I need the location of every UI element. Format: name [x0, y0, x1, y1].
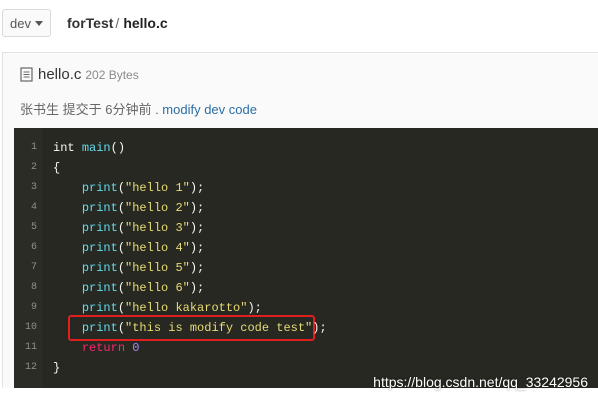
code-token: ( — [117, 241, 126, 255]
code-token: ); — [247, 301, 262, 315]
line-content: } — [53, 358, 60, 378]
code-token: print — [81, 261, 118, 275]
line-number: 2 — [30, 162, 37, 173]
code-token: main — [81, 141, 111, 155]
code-token: ); — [189, 261, 205, 275]
commit-info: 张书生 提交于 6分钟前 . modify dev code — [20, 99, 257, 118]
file-title-row: hello.c 202 Bytes — [20, 66, 139, 83]
code-token: return — [81, 341, 126, 355]
line-number: 3 — [30, 182, 37, 193]
line-number: 4 — [30, 202, 37, 213]
line-content: { — [53, 158, 60, 178]
code-token: () — [110, 141, 126, 155]
breadcrumb: forTest / hello.c — [67, 15, 168, 31]
line-content: print("hello 6"); — [53, 278, 204, 298]
commit-author-time: 张书生 提交于 6分钟前 . — [20, 102, 163, 117]
code-token: "hello 6" — [125, 281, 190, 295]
file-size: 202 Bytes — [85, 67, 139, 82]
line-content: print("this is modify code test"); — [53, 318, 327, 338]
code-token: { — [53, 161, 61, 175]
caret-down-icon — [34, 20, 43, 26]
code-token: "hello kakarotto" — [125, 301, 248, 315]
file-name: hello.c — [38, 66, 82, 83]
line-content: print("hello 5"); — [53, 258, 204, 278]
commit-message-link[interactable]: modify dev code — [162, 102, 257, 117]
line-content: int main() — [53, 138, 125, 158]
code-token: ( — [117, 201, 126, 215]
code-token: "hello 4" — [125, 241, 190, 255]
branch-selector[interactable]: dev — [2, 9, 51, 37]
watermark: https://blog.csdn.net/qq_33242956 — [373, 374, 588, 390]
line-number: 12 — [24, 362, 37, 373]
code-token: print — [81, 241, 118, 255]
line-number: 7 — [30, 262, 37, 273]
code-token: ( — [117, 261, 126, 275]
line-number: 6 — [30, 242, 37, 253]
code-token: "this is modify code test" — [125, 321, 313, 335]
code-token: print — [81, 201, 118, 215]
code-token: ( — [117, 181, 126, 195]
code-view: 1 int main() 2{3 print("hello 1"); 4 print(… — [14, 128, 598, 388]
line-content: print("hello 4"); — [53, 238, 204, 258]
code-token: print — [81, 301, 118, 315]
code-token: ); — [189, 241, 205, 255]
code-token: ); — [189, 181, 205, 195]
line-content: print("hello 1"); — [53, 178, 204, 198]
code-token: print — [81, 281, 118, 295]
line-number: 9 — [30, 302, 37, 313]
code-token: 0 — [132, 341, 140, 355]
breadcrumb-file: hello.c — [123, 15, 168, 31]
code-token: print — [81, 221, 118, 235]
line-number: 1 — [30, 142, 37, 153]
code-token: print — [81, 181, 118, 195]
code-token: ( — [117, 281, 126, 295]
line-content: print("hello kakarotto"); — [53, 298, 262, 318]
code-token: ); — [189, 221, 205, 235]
code-token: ( — [117, 321, 126, 335]
code-token: ); — [189, 281, 205, 295]
code-token: ); — [312, 321, 327, 335]
code-token: "hello 3" — [125, 221, 190, 235]
code-token: print — [81, 321, 118, 335]
line-number: 5 — [30, 222, 37, 233]
code-token: "hello 2" — [125, 201, 190, 215]
breadcrumb-separator: / — [115, 15, 120, 31]
code-token: ); — [189, 201, 205, 215]
line-number: 8 — [30, 282, 37, 293]
breadcrumb-repo-link[interactable]: forTest — [67, 15, 113, 31]
line-content: print("hello 3"); — [53, 218, 204, 238]
code-token: } — [53, 361, 61, 375]
branch-label: dev — [10, 15, 31, 31]
line-content: print("hello 2"); — [53, 198, 204, 218]
code-token: int — [53, 141, 82, 155]
code-token: "hello 1" — [125, 181, 190, 195]
line-number: 10 — [24, 322, 37, 333]
document-icon — [20, 67, 33, 82]
code-token: ( — [117, 301, 126, 315]
line-content: return 0 — [53, 338, 140, 358]
file-header-bar: dev forTest / hello.c — [0, 0, 598, 48]
code-token: "hello 5" — [125, 261, 190, 275]
line-number: 11 — [24, 342, 37, 353]
code-token: ( — [117, 221, 126, 235]
